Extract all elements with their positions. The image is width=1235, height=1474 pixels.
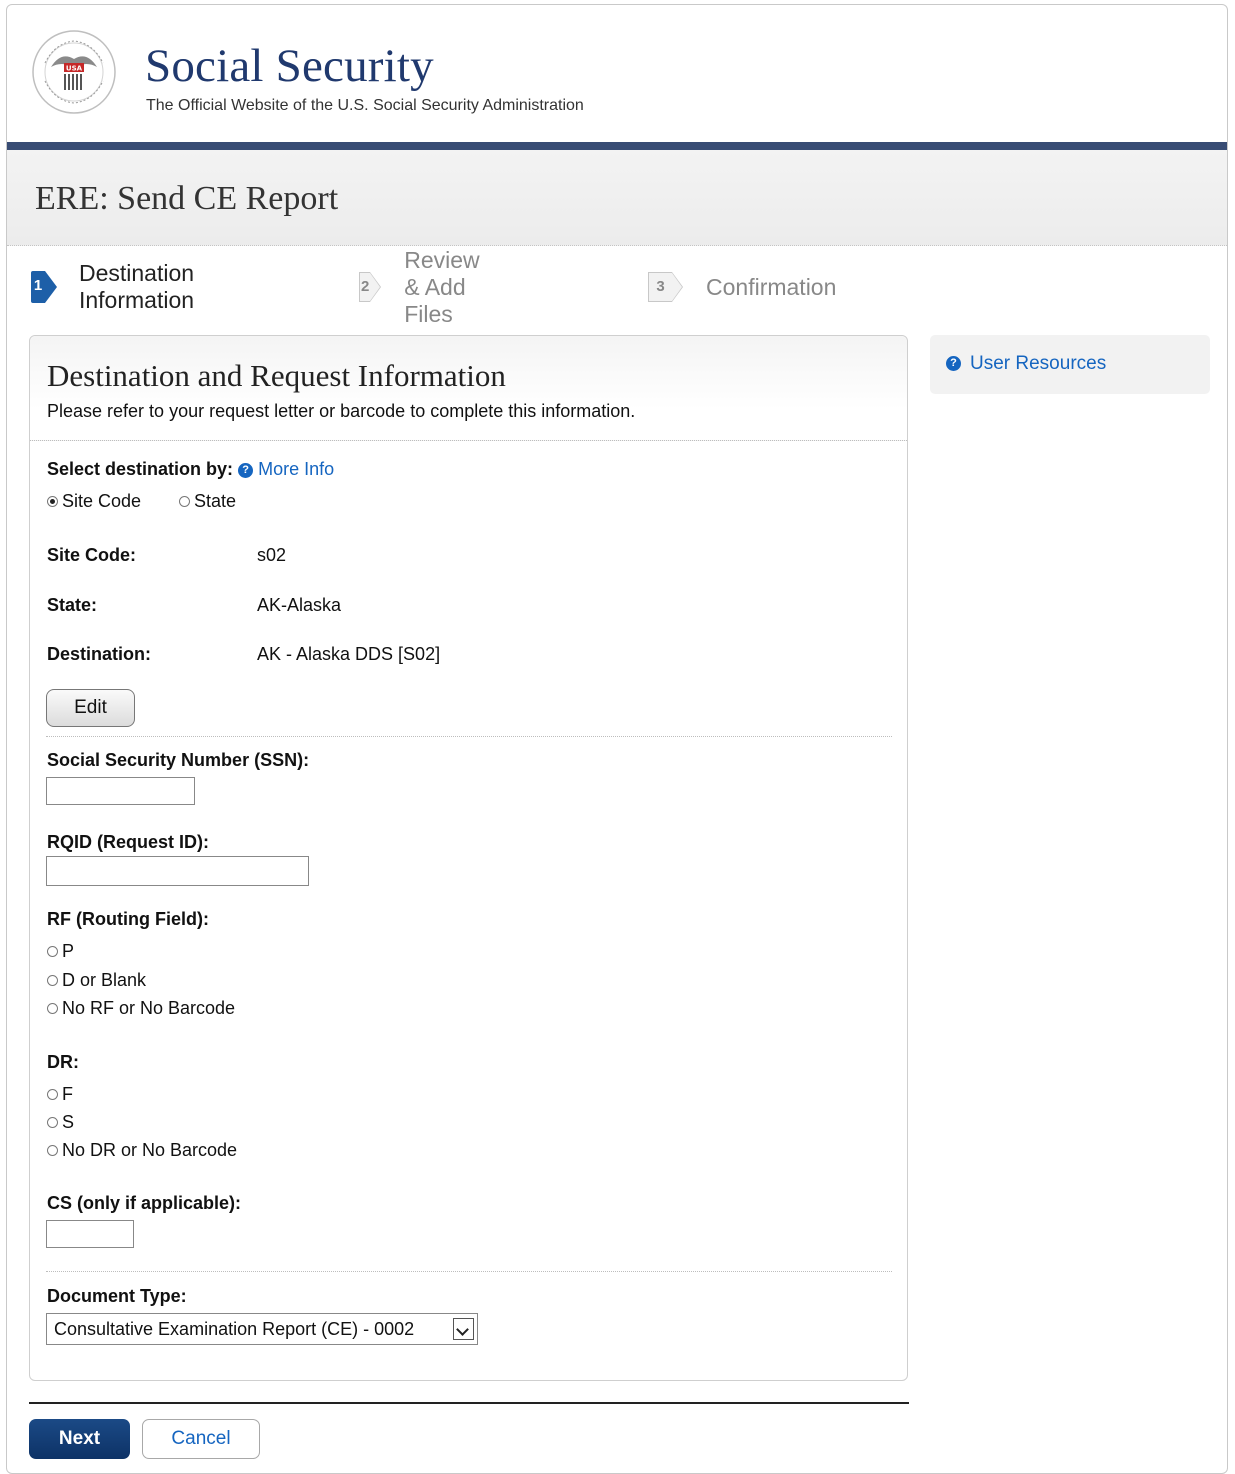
radio-rf-d-label[interactable]: D or Blank (62, 970, 146, 991)
divider (46, 1271, 892, 1272)
radio-dr-f[interactable] (47, 1089, 58, 1100)
step-number-3: 3 (648, 272, 683, 302)
panel-subtitle: Please refer to your request letter or b… (47, 401, 636, 421)
document-type-select[interactable]: Consultative Examination Report (CE) - 0… (46, 1313, 478, 1345)
state-label: State: (47, 595, 98, 615)
radio-rf-d[interactable] (47, 975, 58, 986)
seal-text: USA (66, 65, 83, 73)
radio-site-code-label[interactable]: Site Code (62, 491, 141, 512)
user-resources-box: ? User Resources (930, 335, 1210, 394)
cancel-button[interactable]: Cancel (142, 1419, 260, 1459)
site-header: USA Social Security The Official Website… (7, 5, 1227, 143)
page-title-band: ERE: Send CE Report (7, 150, 1227, 246)
radio-option-rf-p[interactable]: P (47, 941, 74, 962)
radio-dr-none[interactable] (47, 1145, 58, 1156)
divider (46, 736, 892, 737)
help-icon[interactable]: ? (238, 463, 254, 478)
radio-dr-f-label[interactable]: F (62, 1084, 73, 1105)
destination-panel: Destination and Request Information Plea… (29, 335, 908, 1381)
chevron-down-icon[interactable] (453, 1318, 474, 1340)
radio-option-dr-f[interactable]: F (47, 1084, 73, 1105)
page-title: ERE: Send CE Report (35, 180, 339, 217)
radio-dr-none-label[interactable]: No DR or No Barcode (62, 1140, 237, 1161)
rqid-label: RQID (Request ID): (47, 832, 209, 852)
rqid-input[interactable] (46, 856, 309, 886)
edit-button[interactable]: Edit (46, 689, 135, 727)
radio-option-rf-none[interactable]: No RF or No Barcode (47, 998, 235, 1019)
radio-option-state[interactable]: State (179, 491, 236, 512)
rf-label: RF (Routing Field): (47, 909, 209, 929)
site-tagline: The Official Website of the U.S. Social … (146, 97, 584, 114)
step-label-1: Destination Information (78, 260, 195, 313)
radio-dr-s-label[interactable]: S (62, 1112, 74, 1133)
radio-state[interactable] (179, 496, 190, 507)
site-title[interactable]: Social Security (145, 39, 434, 93)
step-confirmation: 3 Confirmation (648, 267, 836, 307)
panel-title: Destination and Request Information (47, 358, 506, 393)
radio-option-rf-d[interactable]: D or Blank (47, 970, 146, 991)
cs-input[interactable] (46, 1220, 134, 1248)
radio-rf-p[interactable] (47, 946, 58, 957)
radio-state-label[interactable]: State (194, 491, 236, 512)
help-icon[interactable]: ? (946, 356, 961, 371)
step-label-2: Review & Add Files (404, 246, 480, 327)
more-info-link[interactable]: More Info (258, 459, 334, 479)
site-code-value: s02 (257, 545, 287, 565)
header-rule (7, 142, 1227, 150)
radio-option-dr-none[interactable]: No DR or No Barcode (47, 1140, 237, 1161)
radio-rf-none[interactable] (47, 1003, 58, 1014)
radio-option-dr-s[interactable]: S (47, 1112, 74, 1133)
panel-header: Destination and Request Information Plea… (30, 336, 907, 441)
ssn-label: Social Security Number (SSN): (47, 750, 310, 770)
radio-dr-s[interactable] (47, 1117, 58, 1128)
radio-rf-none-label[interactable]: No RF or No Barcode (62, 998, 235, 1019)
radio-site-code[interactable] (47, 496, 58, 507)
step-destination-information: 1 Destination Information (31, 260, 206, 313)
next-button[interactable]: Next (29, 1419, 130, 1459)
footer-rule (29, 1402, 909, 1404)
site-code-label: Site Code: (47, 545, 137, 565)
step-review-add-files: 2 Review & Add Files (359, 247, 492, 327)
destination-value: AK - Alaska DDS [S02] (257, 644, 441, 664)
step-number-1: 1 (31, 271, 57, 303)
cs-label: CS (only if applicable): (47, 1193, 242, 1213)
destination-label: Destination: (47, 644, 152, 664)
select-destination-label-text: Select destination by: (47, 459, 234, 479)
select-destination-label: Select destination by: ? More Info (47, 459, 334, 480)
state-value: AK-Alaska (257, 595, 342, 615)
ssn-input[interactable] (46, 777, 195, 805)
browser-frame: USA Social Security The Official Website… (6, 4, 1228, 1474)
ssa-seal-icon[interactable]: USA (31, 29, 117, 115)
step-label-3: Confirmation (706, 273, 837, 300)
user-resources-link[interactable]: User Resources (970, 353, 1106, 375)
radio-rf-p-label[interactable]: P (62, 941, 74, 962)
document-type-label: Document Type: (47, 1286, 187, 1306)
radio-option-site-code[interactable]: Site Code (47, 491, 141, 512)
document-type-selected[interactable]: Consultative Examination Report (CE) - 0… (54, 1319, 414, 1340)
step-number-2: 2 (359, 272, 382, 302)
dr-label: DR: (47, 1052, 79, 1072)
